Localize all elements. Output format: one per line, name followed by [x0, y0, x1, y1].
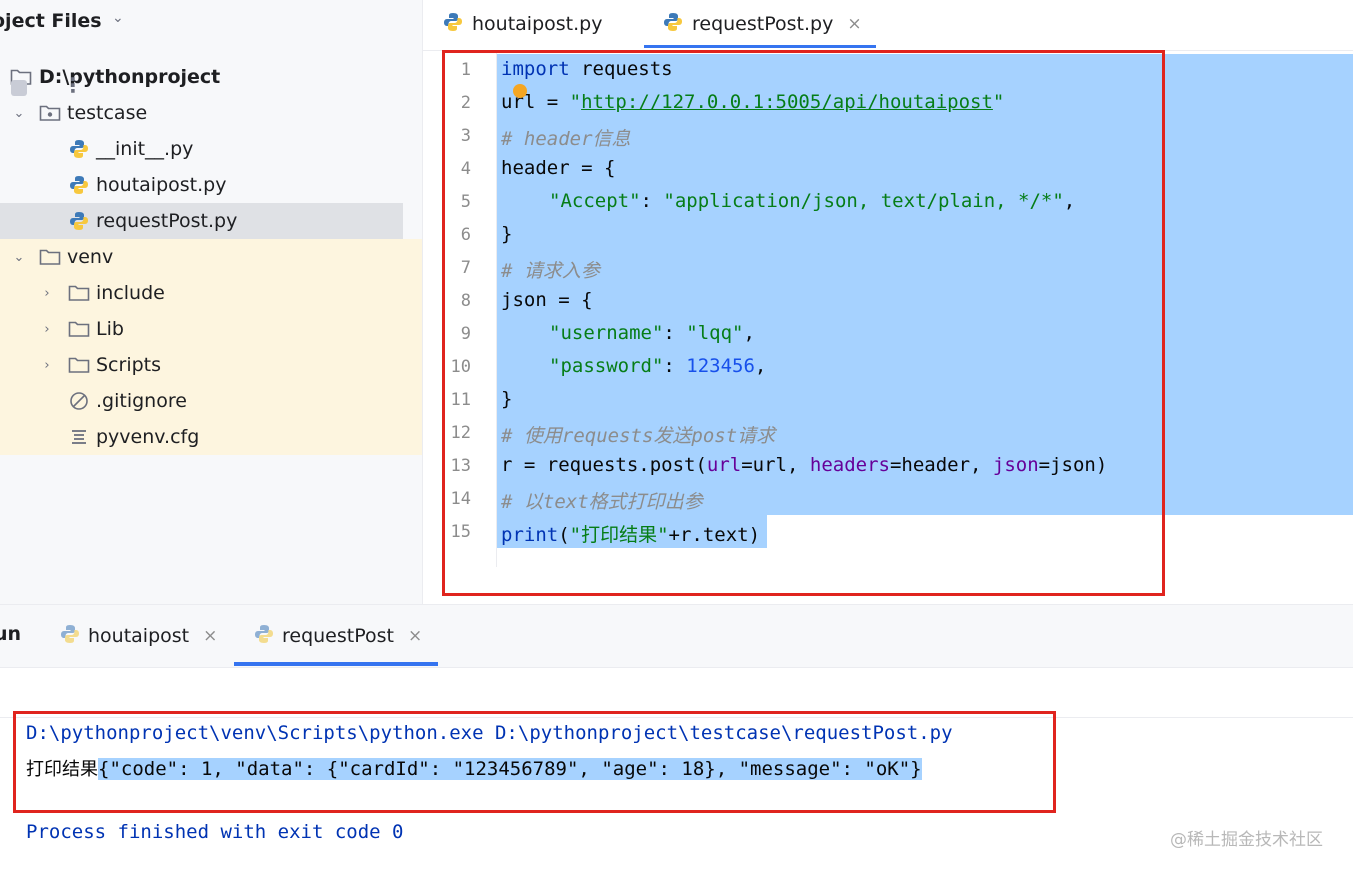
tree-item-testcase[interactable]: ⌄ testcase	[0, 95, 422, 131]
run-tab-bar: un houtaipost × requestPost ×	[0, 605, 1353, 668]
line-number: 14	[450, 489, 471, 509]
tree-item-label: Lib	[96, 318, 124, 340]
run-tab-houtaipost[interactable]: houtaipost ×	[60, 623, 217, 649]
tab-label: houtaipost.py	[472, 13, 603, 35]
tree-item-label: .gitignore	[96, 390, 187, 412]
console-command-line: D:\pythonproject\venv\Scripts\python.exe…	[26, 722, 953, 744]
chevron-down-icon[interactable]: ⌄	[12, 250, 26, 265]
tree-item-label: __init__.py	[96, 138, 194, 160]
code-line: print("打印结果"+r.text)	[501, 524, 761, 546]
run-tab-requestpost[interactable]: requestPost ×	[254, 623, 422, 649]
tab-requestpost-py[interactable]: requestPost.py ×	[663, 0, 862, 48]
python-file-icon	[68, 138, 90, 160]
project-view-title[interactable]: oject Files	[0, 10, 102, 32]
python-file-icon	[443, 12, 463, 37]
tree-item-label: testcase	[67, 102, 148, 124]
tree-item-init-py[interactable]: __init__.py	[0, 131, 422, 167]
code-line: "username": "lqq",	[549, 322, 755, 344]
line-number: 2	[460, 93, 471, 113]
run-toolbar	[0, 667, 1353, 718]
code-line: url = "http://127.0.0.1:5005/api/houtaip…	[501, 91, 1005, 113]
line-number: 10	[450, 357, 471, 377]
code-comment: # 请求入参	[501, 260, 600, 282]
code-editor[interactable]: 1 2 3 4 5 6 7 8 9 10 11 12 13 14 15 impo…	[423, 51, 1353, 604]
code-line: import requests	[501, 58, 673, 80]
line-number: 7	[460, 258, 471, 278]
tab-label: requestPost	[282, 625, 394, 647]
tree-item-gitignore[interactable]: .gitignore	[0, 383, 422, 419]
python-run-icon	[254, 624, 274, 649]
line-number: 1	[460, 60, 471, 80]
lightbulb-icon[interactable]	[513, 84, 527, 98]
code-line: }	[501, 223, 513, 245]
python-run-icon	[60, 624, 80, 649]
tree-item-include[interactable]: › include	[0, 275, 422, 311]
python-file-icon	[663, 12, 683, 37]
tree-item-requestpost-py[interactable]: requestPost.py	[0, 203, 403, 239]
code-line: r = requests.post(url=url, headers=heade…	[501, 454, 1108, 476]
tree-item-pyvenv-cfg[interactable]: pyvenv.cfg	[0, 419, 422, 455]
tree-item-label: include	[96, 282, 165, 304]
tree-item-label: requestPost.py	[96, 210, 238, 232]
line-number: 12	[450, 423, 471, 443]
tree-item-houtaipost-py[interactable]: houtaipost.py	[0, 167, 422, 203]
code-line: "password": 123456,	[549, 355, 767, 377]
tab-label: houtaipost	[88, 625, 190, 647]
line-number: 8	[460, 291, 471, 311]
stop-button[interactable]	[11, 80, 27, 96]
ignore-file-icon	[68, 390, 90, 412]
active-tab-indicator	[234, 662, 438, 666]
chevron-right-icon[interactable]: ›	[40, 358, 54, 373]
line-number: 4	[460, 159, 471, 179]
tree-item-lib[interactable]: › Lib	[0, 311, 422, 347]
tab-label: requestPost.py	[692, 13, 834, 35]
close-icon[interactable]: ×	[847, 14, 861, 34]
folder-icon	[68, 282, 90, 304]
folder-icon	[68, 318, 90, 340]
tree-item-label: venv	[67, 246, 114, 268]
tab-houtaipost-py[interactable]: houtaipost.py	[443, 0, 602, 48]
line-number: 11	[450, 390, 471, 410]
code-line: json = {	[501, 289, 593, 311]
line-number: 6	[460, 225, 471, 245]
url-link[interactable]: http://127.0.0.1:5005/api/houtaipost	[581, 91, 993, 113]
folder-icon	[68, 354, 90, 376]
active-tab-indicator	[644, 45, 876, 48]
code-line: }	[501, 388, 513, 410]
console-output-line: 打印结果{"code": 1, "data": {"cardId": "1234…	[26, 758, 922, 780]
code-comment: # 以text格式打印出参	[501, 491, 703, 513]
python-file-icon	[68, 174, 90, 196]
tree-item-scripts[interactable]: › Scripts	[0, 347, 422, 383]
code-comment: # 使用requests发送post请求	[501, 425, 776, 447]
tree-item-label: Scripts	[96, 354, 162, 376]
package-folder-icon	[39, 102, 61, 124]
chevron-down-icon[interactable]: ⌄	[112, 10, 124, 26]
editor-tab-bar: houtaipost.py requestPost.py ×	[423, 0, 1353, 51]
line-number: 13	[450, 456, 471, 476]
more-options-icon[interactable]: ⋮	[63, 73, 83, 97]
code-line: header = {	[501, 157, 616, 179]
tree-item-label: houtaipost.py	[96, 174, 227, 196]
config-file-icon	[68, 426, 90, 448]
chevron-right-icon[interactable]: ›	[40, 322, 54, 337]
code-line: "Accept": "application/json, text/plain,…	[549, 190, 1076, 212]
line-number: 9	[460, 324, 471, 344]
console-exit-line: Process finished with exit code 0	[26, 821, 404, 843]
folder-icon	[39, 246, 61, 268]
close-icon[interactable]: ×	[408, 626, 422, 646]
watermark: @稀土掘金技术社区	[1170, 830, 1323, 850]
line-number: 3	[460, 126, 471, 146]
project-header[interactable]: oject Files ⌄	[0, 0, 422, 46]
python-file-icon	[68, 210, 90, 232]
code-comment: # header信息	[501, 128, 631, 150]
line-number-gutter: 1 2 3 4 5 6 7 8 9 10 11 12 13 14 15	[423, 51, 497, 567]
chevron-down-icon[interactable]: ⌄	[12, 106, 26, 121]
run-panel-title: un	[0, 623, 22, 645]
line-number: 5	[460, 192, 471, 212]
close-icon[interactable]: ×	[203, 626, 217, 646]
tree-item-label: pyvenv.cfg	[96, 426, 200, 448]
tree-item-venv[interactable]: ⌄ venv	[0, 239, 422, 275]
chevron-right-icon[interactable]: ›	[40, 286, 54, 301]
line-number: 15	[450, 522, 471, 542]
